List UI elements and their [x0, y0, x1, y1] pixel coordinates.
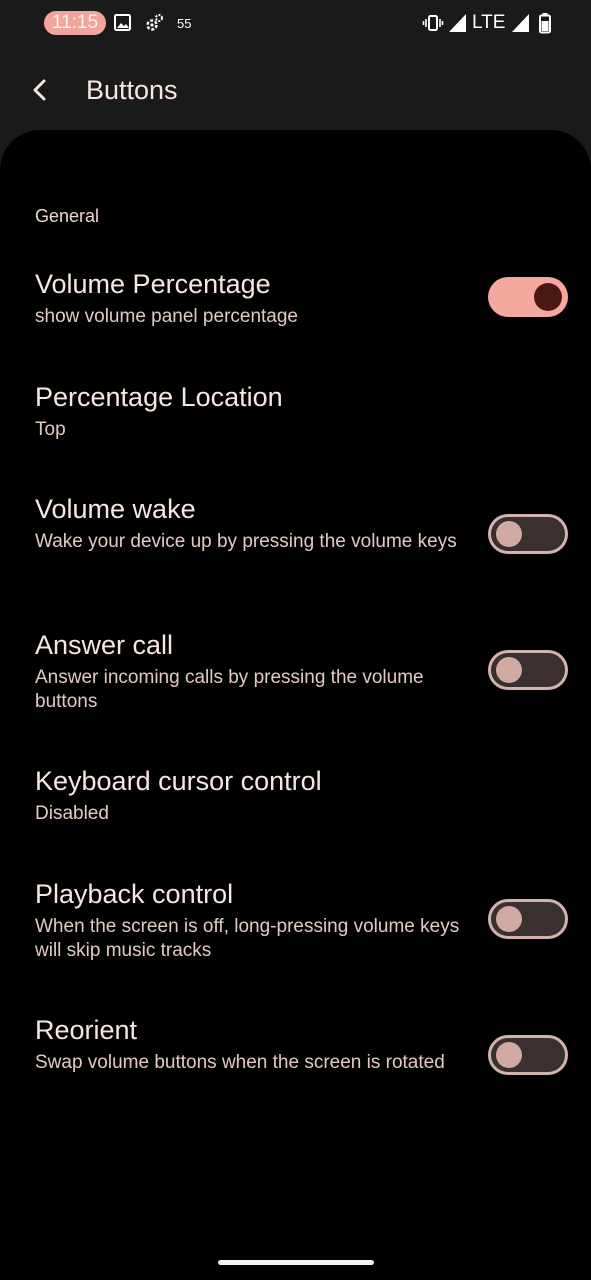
setting-title: Keyboard cursor control — [35, 766, 322, 796]
setting-title: Percentage Location — [35, 382, 283, 412]
setting-reorient[interactable]: Reorient Swap volume buttons when the sc… — [0, 1013, 591, 1113]
setting-volume-wake[interactable]: Volume wake Wake your device up by press… — [0, 492, 591, 592]
signal-icon — [449, 14, 466, 32]
toggle-knob — [496, 657, 522, 683]
setting-title: Reorient — [35, 1015, 138, 1045]
setting-title: Answer call — [35, 630, 174, 660]
signal-icon — [512, 14, 529, 32]
section-header-general: General — [35, 206, 100, 226]
status-time: 11:15 — [44, 11, 106, 35]
setting-summary: Wake your device up by pressing the volu… — [35, 531, 457, 552]
vibrate-icon — [422, 15, 444, 31]
status-bar: 11:15 55 LTE — [0, 0, 591, 48]
setting-summary: Swap volume buttons when the screen is r… — [35, 1052, 445, 1073]
toggle-knob — [496, 1042, 522, 1068]
setting-title: Volume Percentage — [35, 269, 271, 299]
setting-summary: Disabled — [35, 803, 109, 824]
toggle-knob — [534, 283, 562, 311]
setting-keyboard-cursor-control[interactable]: Keyboard cursor control Disabled — [0, 764, 591, 844]
setting-title: Volume wake — [35, 494, 196, 524]
volume-wake-toggle[interactable] — [488, 514, 568, 554]
chevron-left-icon — [33, 79, 46, 101]
setting-answer-call[interactable]: Answer call Answer incoming calls by pre… — [0, 628, 591, 728]
page-title: Buttons — [86, 75, 178, 105]
setting-playback-control[interactable]: Playback control When the screen is off,… — [0, 877, 591, 977]
answer-call-toggle[interactable] — [488, 650, 568, 690]
playback-control-toggle[interactable] — [488, 899, 568, 939]
volume-percentage-toggle[interactable] — [488, 277, 568, 317]
toggle-knob — [496, 521, 522, 547]
battery-icon — [539, 13, 551, 34]
notification-count: 55 — [177, 16, 192, 31]
setting-summary: When the screen is off, long-pressing vo… — [35, 916, 460, 961]
reorient-toggle[interactable] — [488, 1035, 568, 1075]
setting-title: Playback control — [35, 879, 234, 909]
settings-gear-icon — [146, 14, 163, 31]
toggle-knob — [496, 906, 522, 932]
network-type: LTE — [472, 12, 506, 33]
home-indicator[interactable] — [218, 1260, 374, 1265]
setting-summary: Top — [35, 419, 66, 440]
setting-volume-percentage[interactable]: Volume Percentage show volume panel perc… — [0, 267, 591, 347]
setting-summary: Answer incoming calls by pressing the vo… — [35, 667, 424, 712]
setting-summary: show volume panel percentage — [35, 306, 299, 327]
image-icon — [114, 14, 131, 31]
setting-percentage-location[interactable]: Percentage Location Top — [0, 380, 591, 460]
back-button[interactable] — [22, 72, 58, 108]
